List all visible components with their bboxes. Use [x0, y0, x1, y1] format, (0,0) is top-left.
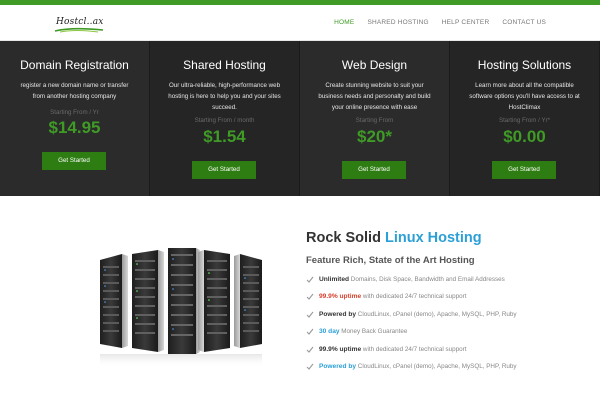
- features-list: Unlimited Domains, Disk Space, Bandwidth…: [306, 274, 586, 378]
- site-header: Hostcl..ax HOME SHARED HOSTING HELP CENT…: [0, 5, 600, 41]
- feature-text: with dedicated 24/7 technical support: [361, 345, 467, 353]
- features-title-main: Rock Solid: [306, 230, 385, 246]
- plan-price: $0.00: [503, 127, 546, 146]
- server-racks-image: [100, 248, 262, 368]
- server-rack: [100, 254, 128, 348]
- checkmark-icon: [306, 311, 314, 318]
- feature-text: with dedicated 24/7 technical support: [361, 293, 467, 301]
- server-rack: [168, 248, 200, 354]
- plan-description: Learn more about all the compatible soft…: [469, 82, 580, 111]
- feature-strong: Powered by: [319, 310, 357, 318]
- feature-text: Money Back Guarantee: [339, 328, 408, 336]
- floor-reflection: [100, 354, 262, 368]
- features-title-highlight: Linux Hosting: [384, 230, 482, 246]
- plan-price: $14.95: [48, 118, 101, 137]
- features-section: Rock Solid Linux Hosting Feature Rich, S…: [306, 230, 586, 378]
- checkmark-icon: [306, 363, 314, 370]
- nav-home[interactable]: HOME: [334, 19, 354, 26]
- feature-strong: 30 day: [319, 328, 340, 336]
- plan-card-domain-registration: Domain Registration register a new domai…: [0, 41, 150, 196]
- feature-strong: 99.9% uptime: [319, 293, 362, 301]
- feature-text: Domains, Disk Space, Bandwidth and Email…: [349, 276, 505, 283]
- feature-text: CloudLinux, cPanel (demo), Apache, MySQL…: [356, 310, 517, 318]
- plan-price-label: Starting From / Yr: [50, 109, 99, 116]
- list-item: Unlimited Domains, Disk Space, Bandwidth…: [306, 274, 586, 291]
- plan-price-label: Starting From / Yr*: [498, 117, 551, 124]
- feature-strong: Powered by: [319, 362, 357, 370]
- plan-description: register a new domain name or transfer f…: [20, 82, 129, 100]
- feature-strong: 99.9% uptime: [319, 345, 362, 353]
- plan-card-shared-hosting: Shared Hosting Our ultra-reliable, high-…: [150, 41, 300, 196]
- checkmark-icon: [306, 276, 314, 283]
- checkmark-icon: [306, 294, 314, 301]
- get-started-button[interactable]: Get Started: [42, 152, 106, 170]
- plan-price: $20*: [357, 127, 392, 146]
- plan-description: Create stunning website to suit your bus…: [318, 82, 431, 111]
- nav-help-center[interactable]: HELP CENTER: [442, 19, 490, 26]
- plan-price-label: Starting From: [355, 117, 394, 124]
- feature-text: CloudLinux, cPanel (demo), Apache, MySQL…: [356, 362, 517, 370]
- plans-section: Domain Registration register a new domai…: [0, 41, 600, 196]
- list-item: 99.9% uptime with dedicated 24/7 technic…: [306, 291, 586, 308]
- plan-card-hosting-solutions: Hosting Solutions Learn more about all t…: [450, 41, 600, 196]
- list-item: 30 day Money Back Guarantee: [306, 326, 586, 343]
- main-nav: HOME SHARED HOSTING HELP CENTER CONTACT …: [334, 19, 546, 26]
- checkmark-icon: [306, 328, 314, 335]
- get-started-button[interactable]: Get Started: [342, 161, 406, 179]
- list-item: 99.9% uptime with dedicated 24/7 technic…: [306, 344, 586, 361]
- feature-strong: Unlimited: [319, 276, 350, 283]
- plan-title: Shared Hosting: [183, 58, 266, 72]
- plan-card-web-design: Web Design Create stunning website to su…: [300, 41, 450, 196]
- plan-price: $1.54: [203, 127, 246, 146]
- server-rack: [234, 254, 262, 348]
- site-logo[interactable]: Hostcl..ax: [54, 12, 104, 34]
- list-item: Powered by CloudLinux, cPanel (demo), Ap…: [306, 309, 586, 326]
- plan-price-label: Starting From / month: [194, 117, 255, 124]
- checkmark-icon: [306, 346, 314, 353]
- plan-title: Domain Registration: [20, 58, 129, 72]
- plan-title: Hosting Solutions: [477, 58, 572, 72]
- get-started-button[interactable]: Get Started: [192, 161, 256, 179]
- features-subtitle: Feature Rich, State of the Art Hosting: [306, 255, 475, 266]
- plan-description: Our ultra-reliable, high-performance web…: [168, 82, 281, 111]
- get-started-button[interactable]: Get Started: [492, 161, 556, 179]
- plan-title: Web Design: [341, 58, 408, 72]
- server-rack: [198, 250, 230, 352]
- list-item: Powered by CloudLinux, cPanel (demo), Ap…: [306, 361, 586, 378]
- nav-contact-us[interactable]: CONTACT US: [502, 19, 546, 26]
- server-rack: [132, 250, 164, 352]
- features-title: Rock Solid Linux Hosting: [306, 230, 586, 246]
- logo-swoosh-icon: [54, 27, 104, 33]
- logo-text: Hostcl..ax: [56, 17, 104, 27]
- nav-shared-hosting[interactable]: SHARED HOSTING: [367, 19, 428, 26]
